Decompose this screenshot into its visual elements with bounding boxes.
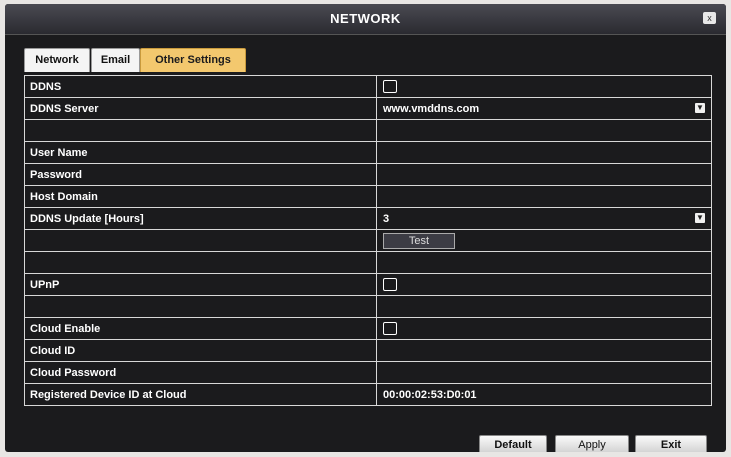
window-title: NETWORK: [330, 11, 401, 26]
row-empty: [24, 119, 712, 142]
row-host-domain: Host Domain: [24, 185, 712, 208]
ddns-server-label: DDNS Server: [24, 97, 377, 120]
cloud-password-label: Cloud Password: [24, 361, 377, 384]
host-domain-field[interactable]: [376, 185, 712, 208]
ddns-server-value: www.vmddns.com: [383, 102, 480, 115]
registered-device-id-label: Registered Device ID at Cloud: [24, 383, 377, 406]
tab-other-settings[interactable]: Other Settings: [140, 48, 246, 73]
ddns-update-label: DDNS Update [Hours]: [24, 207, 377, 230]
user-name-field[interactable]: [376, 141, 712, 164]
tab-network[interactable]: Network: [24, 48, 90, 73]
close-icon[interactable]: x: [703, 12, 716, 24]
row-cloud-password: Cloud Password: [24, 361, 712, 384]
cloud-id-label: Cloud ID: [24, 339, 377, 362]
settings-grid: DDNS DDNS Server www.vmddns.com ▼ User N…: [24, 75, 712, 406]
dropdown-arrow-icon[interactable]: ▼: [695, 213, 705, 223]
registered-device-id-value: 00:00:02:53:D0:01: [376, 383, 712, 406]
network-dialog: NETWORK x Network Email Other Settings D…: [5, 4, 726, 452]
row-ddns-update: DDNS Update [Hours] 3 ▼: [24, 207, 712, 230]
row-cloud-id: Cloud ID: [24, 339, 712, 362]
row-empty: [24, 295, 712, 318]
row-test: Test: [24, 229, 712, 252]
cloud-id-field[interactable]: [376, 339, 712, 362]
apply-button[interactable]: Apply: [555, 435, 629, 452]
upnp-label: UPnP: [24, 273, 377, 296]
exit-button[interactable]: Exit: [635, 435, 707, 452]
row-ddns: DDNS: [24, 75, 712, 98]
row-user-name: User Name: [24, 141, 712, 164]
row-ddns-server: DDNS Server www.vmddns.com ▼: [24, 97, 712, 120]
cloud-enable-checkbox[interactable]: [383, 322, 397, 335]
ddns-update-dropdown[interactable]: 3 ▼: [376, 207, 712, 230]
dropdown-arrow-icon[interactable]: ▼: [695, 103, 705, 113]
title-bar: NETWORK x: [5, 4, 726, 35]
tab-email[interactable]: Email: [91, 48, 140, 73]
settings-panel: DDNS DDNS Server www.vmddns.com ▼ User N…: [22, 72, 712, 432]
default-button[interactable]: Default: [479, 435, 547, 452]
ddns-update-value: 3: [383, 212, 390, 225]
upnp-checkbox[interactable]: [383, 278, 397, 291]
password-field[interactable]: [376, 163, 712, 186]
host-domain-label: Host Domain: [24, 185, 377, 208]
row-password: Password: [24, 163, 712, 186]
row-registered-device-id: Registered Device ID at Cloud 00:00:02:5…: [24, 383, 712, 406]
cloud-enable-label: Cloud Enable: [24, 317, 377, 340]
cloud-password-field[interactable]: [376, 361, 712, 384]
ddns-label: DDNS: [24, 75, 377, 98]
test-button[interactable]: Test: [383, 232, 455, 249]
row-empty: [24, 251, 712, 274]
row-upnp: UPnP: [24, 273, 712, 296]
ddns-server-dropdown[interactable]: www.vmddns.com ▼: [376, 97, 712, 120]
user-name-label: User Name: [24, 141, 377, 164]
ddns-checkbox[interactable]: [383, 80, 397, 93]
password-label: Password: [24, 163, 377, 186]
row-cloud-enable: Cloud Enable: [24, 317, 712, 340]
